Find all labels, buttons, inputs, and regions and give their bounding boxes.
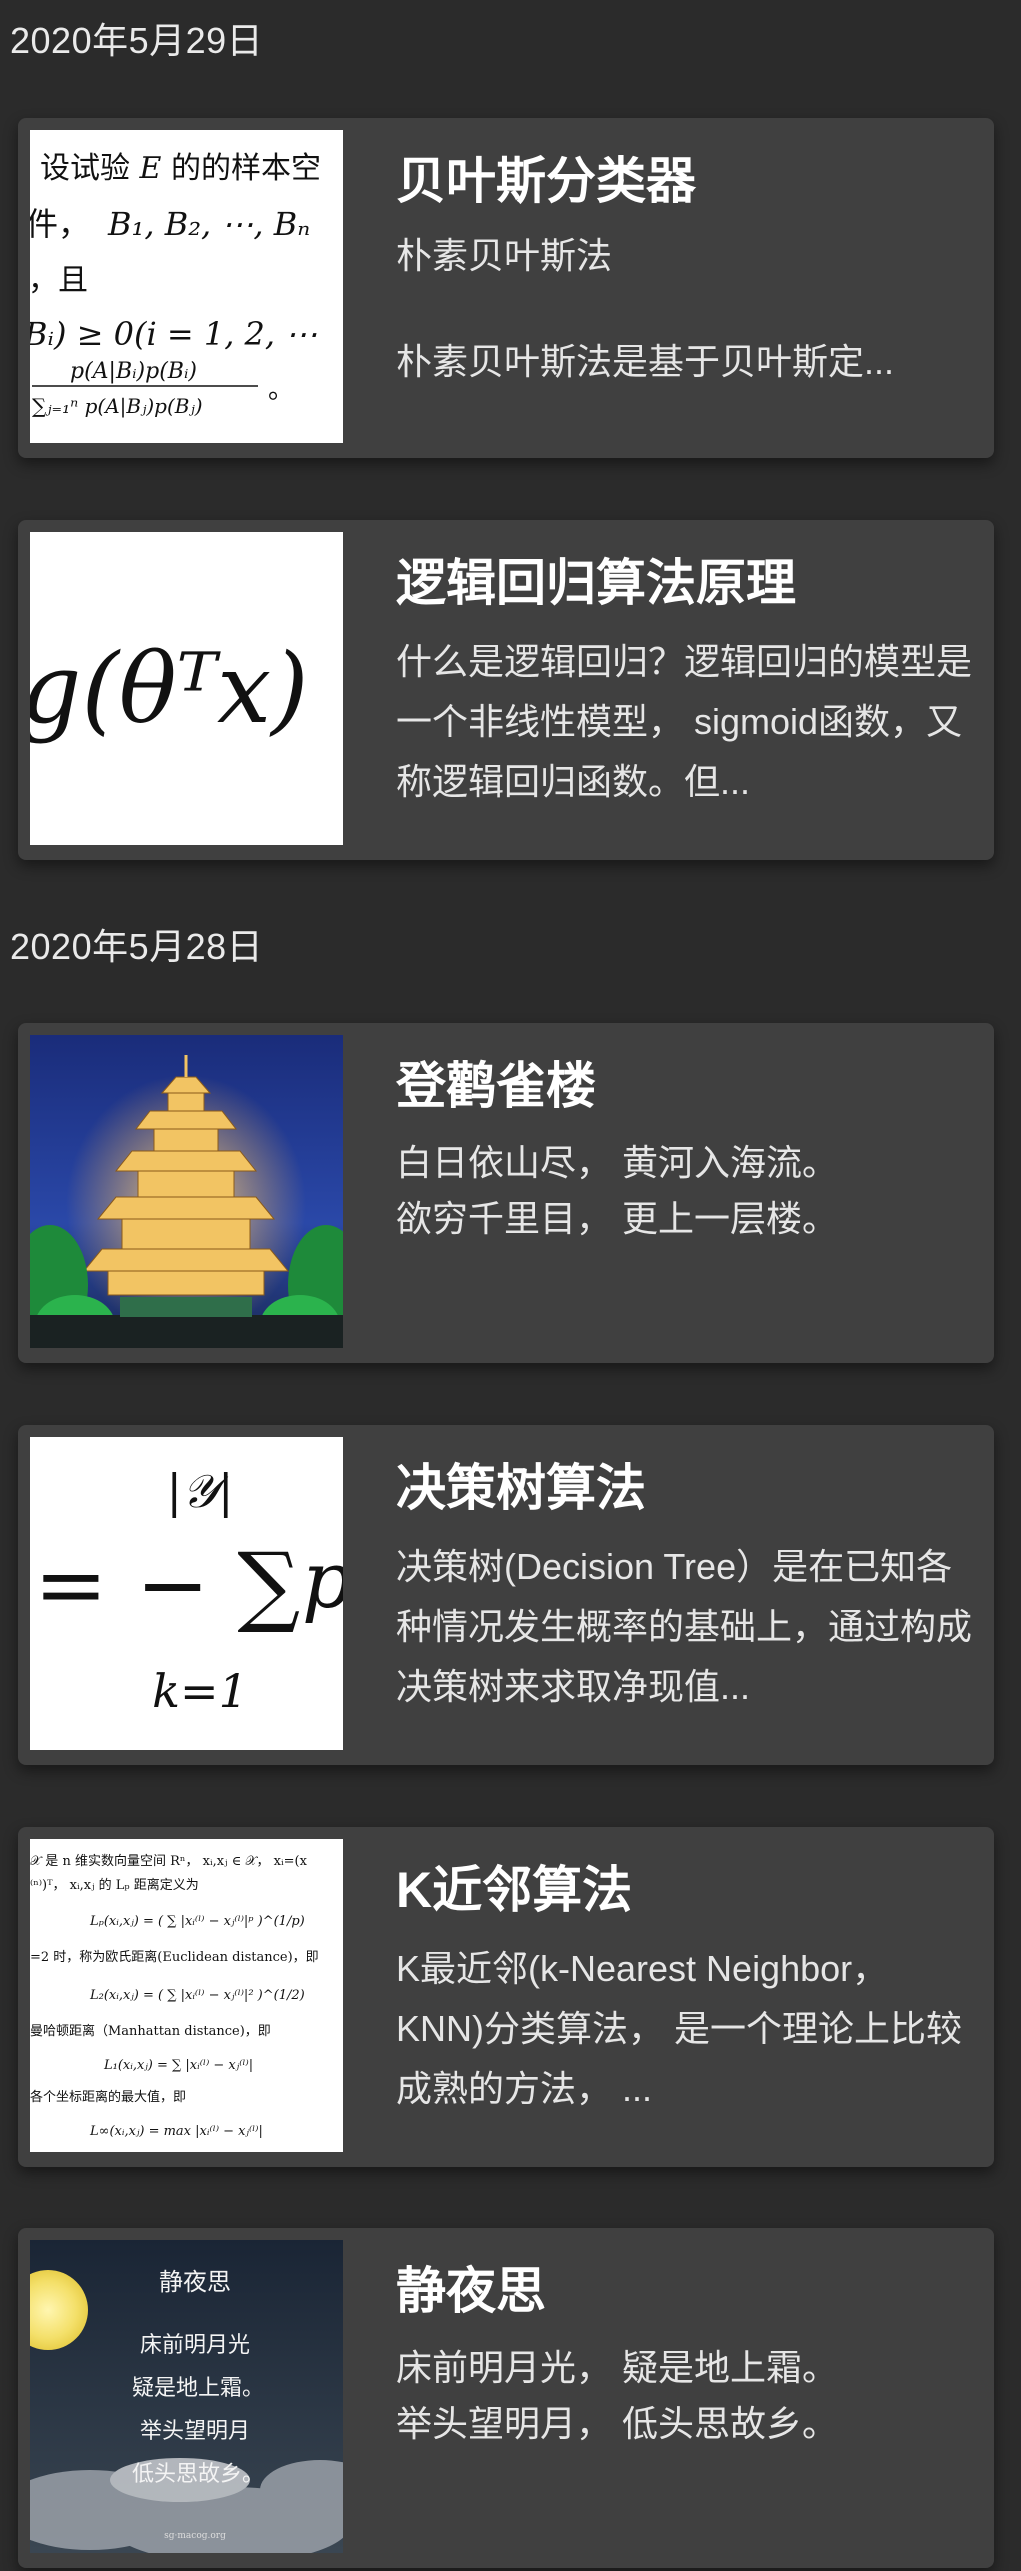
- article-card-logistic[interactable]: g(θᵀx) = 逻辑回归算法原理 什么是逻辑回归？逻辑回归的模型是一个非线性模…: [18, 520, 994, 860]
- article-summary: 决策树(Decision Tree）是在已知各种情况发生概率的基础上，通过构成决…: [396, 1546, 973, 1707]
- article-summary: 什么是逻辑回归？逻辑回归的模型是一个非线性模型， sigmoid函数，又称逻辑回…: [396, 641, 973, 802]
- svg-text:件，B₁, B₂, ⋯, Bₙ: 件， B₁, B₂, ⋯, Bₙ: [30, 205, 310, 243]
- article-title: 静夜思: [396, 2263, 546, 2319]
- card-text-block: K近邻算法 K最近邻(k-Nearest Neighbor， KNN)分类算法，…: [396, 1855, 976, 2145]
- svg-text:𝒳 是 n 维实数向量空间 Rⁿ， xᵢ,xⱼ ∈ 𝒳，: 𝒳 是 n 维实数向量空间 Rⁿ， xᵢ,xⱼ ∈ 𝒳， xᵢ=(x: [30, 1853, 308, 1869]
- svg-text:Lₚ(xᵢ,xⱼ) = ( ∑ |xᵢ⁽ˡ⁾ − xⱼ⁽ˡ⁾: Lₚ(xᵢ,xⱼ) = ( ∑ |xᵢ⁽ˡ⁾ − xⱼ⁽ˡ⁾|ᵖ )^(1/p): [89, 1914, 305, 1929]
- moon-poem-image-icon: 静夜思 床前明月光 疑是地上霜。 举头望明月 低头思故乡。 sg·macog.o…: [30, 2240, 343, 2553]
- svg-text:设试验 E 的的样本空: 设试验 E 的的样本空: [40, 151, 321, 186]
- article-summary: 白日依山尽， 黄河入海流。 欲穷千里目， 更上一层楼。: [396, 1135, 976, 1247]
- summary-line: 床前明月光， 疑是地上霜。: [396, 2347, 839, 2388]
- distance-formula-thumbnail-icon: 𝒳 是 n 维实数向量空间 Rⁿ， xᵢ,xⱼ ∈ 𝒳， xᵢ=(x ⁽ⁿ⁾)ᵀ…: [30, 1839, 343, 2152]
- summary-line: 欲穷千里目， 更上一层楼。: [396, 1198, 839, 1239]
- svg-text:各个坐标距离的最大值，即: 各个坐标距离的最大值，即: [30, 2089, 186, 2105]
- svg-text:∑ⱼ₌₁ⁿ p(A|Bⱼ)p(Bⱼ): ∑ⱼ₌₁ⁿ p(A|Bⱼ)p(Bⱼ): [32, 394, 203, 419]
- card-text-block: 登鹳雀楼 白日依山尽， 黄河入海流。 欲穷千里目， 更上一层楼。: [396, 1051, 976, 1341]
- entropy-formula-thumbnail-icon: |𝒴| = − ∑ p k=1: [30, 1437, 343, 1750]
- svg-text:。: 。: [268, 375, 294, 405]
- article-card-bayes[interactable]: 设试验 E 的的样本空 件， B₁, B₂, ⋯, Bₙ ，且 Bᵢ) ≥ 0(i…: [18, 118, 994, 458]
- svg-text:低头思故乡。: 低头思故乡。: [132, 2462, 264, 2487]
- svg-text:疑是地上霜。: 疑是地上霜。: [132, 2376, 264, 2401]
- card-text-block: 静夜思 床前明月光， 疑是地上霜。 举头望明月， 低头思故乡。: [396, 2256, 976, 2546]
- article-card-knn[interactable]: 𝒳 是 n 维实数向量空间 Rⁿ， xᵢ,xⱼ ∈ 𝒳， xᵢ=(x ⁽ⁿ⁾)ᵀ…: [18, 1827, 994, 2167]
- svg-text:g(θᵀx) =: g(θᵀx) =: [30, 633, 343, 745]
- svg-text:L₁(xᵢ,xⱼ) = ∑ |xᵢ⁽ˡ⁾ − xⱼ⁽ˡ⁾|: L₁(xᵢ,xⱼ) = ∑ |xᵢ⁽ˡ⁾ − xⱼ⁽ˡ⁾|: [103, 2058, 253, 2073]
- bayes-formula-thumbnail-icon: 设试验 E 的的样本空 件， B₁, B₂, ⋯, Bₙ ，且 Bᵢ) ≥ 0(i…: [30, 130, 343, 443]
- article-summary: 朴素贝叶斯法是基于贝叶斯定...: [396, 341, 895, 382]
- summary-line: 举头望明月， 低头思故乡。: [396, 2403, 839, 2444]
- svg-text:sg·macog.org: sg·macog.org: [164, 2531, 226, 2541]
- article-title: 逻辑回归算法原理: [396, 555, 796, 611]
- article-feed: 2020年5月29日 设试验 E 的的样本空 件， B₁, B₂, ⋯, Bₙ ，…: [0, 0, 1021, 2571]
- article-summary: 床前明月光， 疑是地上霜。 举头望明月， 低头思故乡。: [396, 2340, 976, 2452]
- date-header: 2020年5月29日: [10, 20, 264, 61]
- date-header: 2020年5月28日: [10, 926, 264, 967]
- sigmoid-formula-thumbnail-icon: g(θᵀx) =: [30, 532, 343, 845]
- article-subtitle: 朴素贝叶斯法: [396, 235, 613, 276]
- article-title: 贝叶斯分类器: [396, 153, 696, 209]
- article-title: K近邻算法: [396, 1862, 633, 1918]
- card-text-block: 逻辑回归算法原理 什么是逻辑回归？逻辑回归的模型是一个非线性模型， sigmoi…: [396, 548, 976, 838]
- svg-text:p: p: [302, 1536, 343, 1626]
- svg-text:L∞(xᵢ,xⱼ) = max |xᵢ⁽ˡ⁾ − xⱼ⁽ˡ⁾: L∞(xᵢ,xⱼ) = max |xᵢ⁽ˡ⁾ − xⱼ⁽ˡ⁾|: [89, 2124, 263, 2139]
- svg-text:静夜思: 静夜思: [159, 2268, 231, 2296]
- svg-text:床前明月光: 床前明月光: [140, 2333, 250, 2358]
- article-title: 登鹳雀楼: [396, 1058, 596, 1114]
- svg-text:，且: ，且: [30, 263, 88, 298]
- article-summary: K最近邻(k-Nearest Neighbor， KNN)分类算法， 是一个理论…: [396, 1948, 962, 2109]
- svg-text:|𝒴|: |𝒴|: [166, 1464, 233, 1518]
- summary-line: 白日依山尽， 黄河入海流。: [396, 1142, 839, 1183]
- svg-text:⁽ⁿ⁾)ᵀ， xᵢ,xⱼ 的 Lₚ 距离定义为: ⁽ⁿ⁾)ᵀ， xᵢ,xⱼ 的 Lₚ 距离定义为: [30, 1877, 199, 1893]
- svg-text:Bᵢ) ≥ 0(i = 1, 2, ⋯: Bᵢ) ≥ 0(i = 1, 2, ⋯: [30, 315, 317, 353]
- svg-text:曼哈顿距离（Manhattan distance)，即: 曼哈顿距离（Manhattan distance)，即: [30, 2023, 271, 2039]
- svg-text:L₂(xᵢ,xⱼ) = ( ∑ |xᵢ⁽ˡ⁾ − xⱼ⁽ˡ⁾: L₂(xᵢ,xⱼ) = ( ∑ |xᵢ⁽ˡ⁾ − xⱼ⁽ˡ⁾|² )^(1/2): [89, 1988, 305, 2003]
- article-card-quiet-night[interactable]: 静夜思 床前明月光 疑是地上霜。 举头望明月 低头思故乡。 sg·macog.o…: [18, 2228, 994, 2568]
- article-card-pavilion[interactable]: 登鹳雀楼 白日依山尽， 黄河入海流。 欲穷千里目， 更上一层楼。: [18, 1023, 994, 1363]
- svg-text:k=1: k=1: [152, 1664, 248, 1718]
- pavilion-night-photo-icon: [30, 1035, 343, 1348]
- card-text-block: 贝叶斯分类器 朴素贝叶斯法 朴素贝叶斯法是基于贝叶斯定...: [396, 146, 976, 436]
- card-text-block: 决策树算法 决策树(Decision Tree）是在已知各种情况发生概率的基础上…: [396, 1453, 976, 1743]
- svg-text:=2 时，称为欧氏距离(Euclidean distance: =2 时，称为欧氏距离(Euclidean distance)，即: [30, 1949, 319, 1965]
- article-card-decision-tree[interactable]: |𝒴| = − ∑ p k=1 决策树算法 决策树(Decision Tree）…: [18, 1425, 994, 1765]
- svg-text:p(A|Bᵢ)p(Bᵢ): p(A|Bᵢ)p(Bᵢ): [70, 359, 197, 384]
- svg-text:举头望明月: 举头望明月: [140, 2419, 250, 2444]
- svg-text:= − ∑: = − ∑: [34, 1533, 300, 1636]
- article-title: 决策树算法: [396, 1460, 646, 1516]
